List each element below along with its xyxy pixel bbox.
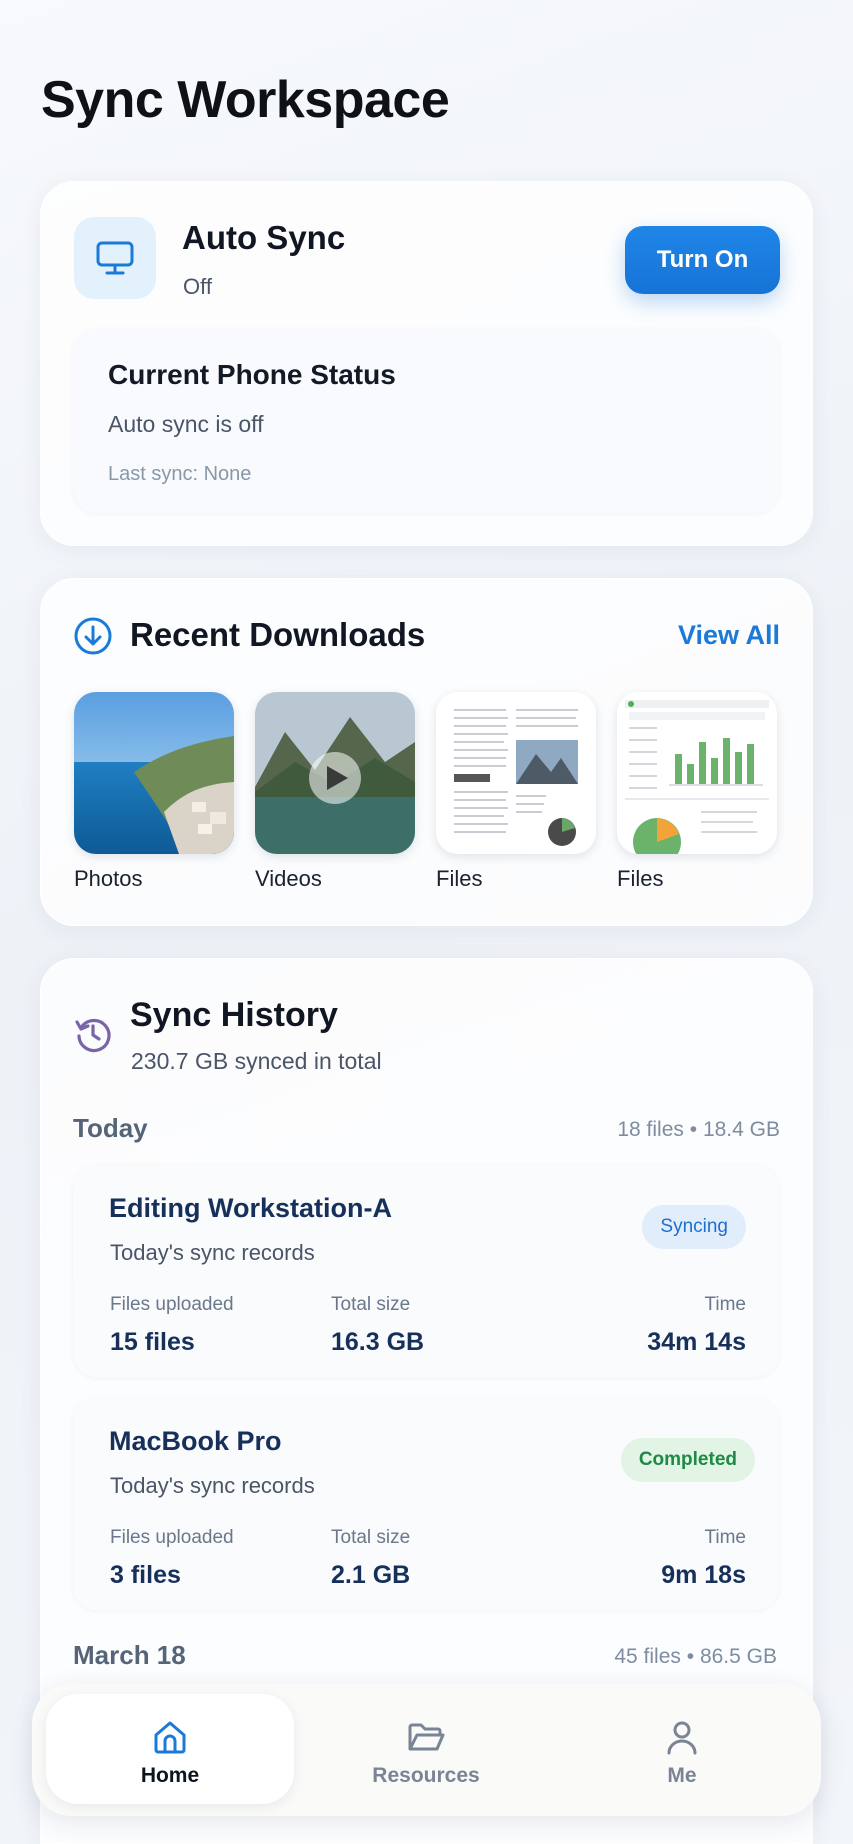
nav-label-resources: Resources [372, 1764, 480, 1787]
person-icon [663, 1718, 701, 1761]
total-size-label: Total size [331, 1527, 411, 1548]
time-label: Time [704, 1294, 746, 1315]
phone-status-text: Auto sync is off [108, 411, 264, 437]
turn-on-button[interactable]: Turn On [625, 226, 780, 294]
record-device: Editing Workstation-A [109, 1193, 392, 1223]
section-files: 45 files [614, 1645, 681, 1668]
section-meta-march-18: 45 files • 86.5 GB [614, 1645, 777, 1669]
files-uploaded-label: Files uploaded [110, 1527, 234, 1548]
meta-separator: • [689, 1118, 703, 1141]
sync-record[interactable]: Editing Workstation-A Today's sync recor… [73, 1165, 779, 1377]
bottom-nav: Home Resources Me [32, 1684, 821, 1816]
auto-sync-title: Auto Sync [182, 219, 346, 256]
section-size: 18.4 GB [702, 1118, 780, 1141]
sync-record[interactable]: MacBook Pro Today's sync records Complet… [73, 1398, 779, 1610]
record-subtitle: Today's sync records [110, 1473, 315, 1498]
total-size-value: 2.1 GB [331, 1561, 411, 1589]
section-label-today: Today [73, 1113, 148, 1143]
phone-status-panel: Current Phone Status Auto sync is off La… [73, 329, 779, 513]
download-label-files-1: Files [436, 866, 483, 891]
history-icon [73, 1014, 113, 1059]
home-icon [151, 1718, 189, 1761]
total-size-value: 16.3 GB [331, 1328, 425, 1356]
download-label-videos: Videos [255, 866, 322, 891]
page-title: Sync Workspace [41, 71, 450, 129]
phone-status-title: Current Phone Status [108, 359, 396, 390]
view-all-link[interactable]: View All [678, 620, 780, 651]
section-meta-today: 18 files • 18.4 GB [617, 1118, 780, 1142]
time-label: Time [704, 1527, 746, 1548]
time-value: 34m 14s [647, 1328, 746, 1356]
sync-history-title: Sync History [130, 996, 338, 1034]
meta-separator: • [686, 1645, 700, 1668]
record-device: MacBook Pro [109, 1426, 282, 1456]
files-uploaded-label: Files uploaded [110, 1294, 234, 1315]
download-label-files-2: Files [617, 866, 664, 891]
auto-sync-card: Auto Sync Off Turn On Current Phone Stat… [40, 181, 813, 546]
section-files: 18 files [617, 1118, 684, 1141]
recent-downloads-card: Recent Downloads View All Photos Videos … [40, 578, 813, 926]
recent-downloads-title: Recent Downloads [130, 616, 426, 653]
status-badge: Completed [620, 1438, 755, 1482]
download-icon [73, 616, 113, 661]
section-size: 86.5 GB [699, 1645, 777, 1668]
download-label-photos: Photos [74, 866, 143, 891]
download-spreadsheet-thumb[interactable] [617, 692, 777, 854]
auto-sync-state: Off [183, 274, 212, 299]
download-videos-thumb[interactable] [255, 692, 415, 854]
download-document-thumb[interactable] [436, 692, 596, 854]
total-size-label: Total size [331, 1294, 411, 1315]
nav-item-home[interactable]: Home [46, 1694, 294, 1804]
nav-item-resources[interactable]: Resources [302, 1694, 550, 1804]
record-subtitle: Today's sync records [110, 1240, 315, 1265]
download-photos-thumb[interactable] [74, 692, 234, 854]
monitor-icon [74, 217, 156, 299]
status-badge: Syncing [642, 1205, 746, 1249]
last-sync-text: Last sync: None [108, 463, 252, 485]
nav-label-me: Me [667, 1764, 697, 1787]
nav-item-me[interactable]: Me [558, 1694, 806, 1804]
folder-icon [406, 1718, 446, 1761]
section-label-march-18: March 18 [73, 1640, 186, 1670]
files-uploaded-value: 15 files [110, 1328, 195, 1356]
time-value: 9m 18s [661, 1561, 746, 1589]
files-uploaded-value: 3 files [110, 1561, 181, 1589]
sync-history-total: 230.7 GB synced in total [131, 1048, 382, 1074]
nav-label-home: Home [140, 1764, 200, 1787]
